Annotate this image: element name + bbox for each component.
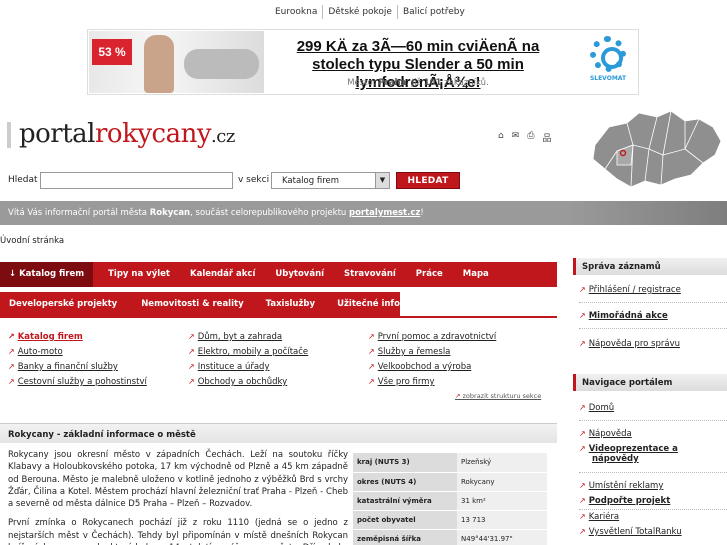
sidebar-item-umisteni-reklamy[interactable]: ↗ Umístění reklamy: [579, 481, 663, 491]
banner-photo: 53 %: [89, 31, 264, 93]
sidebar-item-kariera[interactable]: ↗ Kariéra: [579, 512, 619, 522]
discount-badge: 53 %: [92, 39, 132, 65]
info-table: kraj (NUTS 3) Plzeňský okres (NUTS 4) Roky…: [353, 453, 547, 545]
top-link-balici-potreby[interactable]: Balicí potřeby: [396, 5, 470, 19]
category-link[interactable]: ↗ Elektro, mobily a počítače: [188, 347, 308, 357]
gear-icon: [590, 36, 626, 72]
main-nav: ↓ Katalog firem Tipy na výlet Kalendář a…: [0, 262, 557, 287]
arrow-link-icon: ↗: [368, 347, 375, 356]
nav-uzitecne-informace[interactable]: Užitečné informace: [328, 292, 439, 316]
sidebar-heading-sprava: Správa záznamů: [573, 258, 727, 275]
sidebar-item-domu[interactable]: ↗ Domů: [579, 403, 614, 413]
nav-taxisluzby[interactable]: Taxislužby: [257, 292, 324, 316]
slevomat-logo: SLEVOMAT: [586, 36, 630, 90]
arrow-link-icon: ↗: [368, 377, 375, 386]
arrow-link-icon: ↗: [579, 444, 586, 453]
top-link-eurookna[interactable]: Eurookna: [270, 5, 322, 19]
project-link[interactable]: portalymest.cz: [349, 208, 420, 218]
search-bar: Hledat v sekci Katalog firem ▼ HLEDAT: [0, 170, 727, 192]
nav-mapa[interactable]: Mapa: [454, 262, 498, 287]
sitemap-icon[interactable]: 品: [542, 131, 551, 144]
sidebar-item-napoveda[interactable]: ↗ Nápověda: [579, 429, 632, 439]
table-row: okres (NUTS 4) Rokycany: [353, 472, 547, 492]
breadcrumb[interactable]: Úvodní stránka: [0, 236, 64, 246]
category-link[interactable]: ↗ Auto-moto: [8, 347, 63, 357]
info-paragraph: Rokycany jsou okresní město v západních …: [8, 450, 348, 510]
arrow-link-icon: ↗: [188, 362, 195, 371]
arrow-link-icon: ↗: [8, 362, 15, 371]
category-grid: ↗ Katalog firem ↗ Auto-moto ↗ Banky a finan…: [0, 320, 557, 408]
arrow-link-icon: ↗: [579, 512, 586, 521]
arrow-link-icon: ↗: [579, 481, 586, 490]
section-label: v sekci: [238, 175, 270, 185]
category-link[interactable]: ↗ Cestovní služby a pohostinství: [8, 377, 147, 387]
category-link[interactable]: ↗ Vše pro firmy: [368, 377, 435, 387]
section-select[interactable]: Katalog firem ▼: [271, 172, 390, 189]
arrow-link-icon: ↗: [455, 392, 463, 400]
arrow-link-icon: ↗: [8, 377, 15, 386]
sidebar-item-prihlaseni[interactable]: ↗ Přihlášení / registrace: [579, 285, 681, 295]
welcome-bar: Vítá Vás informační portál města Rokycan…: [0, 201, 727, 225]
search-button[interactable]: HLEDAT: [396, 172, 460, 189]
nav-stravovani[interactable]: Stravování: [335, 262, 405, 287]
banner-subtext: Město: Praha. Již 101 zákazníků.: [347, 78, 489, 88]
info-section-title: Rokycany - základní informace o městě: [0, 423, 557, 443]
table-row: počet obyvatel 13 713: [353, 510, 547, 530]
arrow-link-icon: ↗: [579, 285, 586, 294]
arrow-link-icon: ↗: [579, 339, 586, 348]
nav-prace[interactable]: Práce: [407, 262, 452, 287]
search-input[interactable]: [40, 172, 233, 189]
sidebar-item-napoveda-sprava[interactable]: ↗ Nápověda pro správu: [579, 339, 680, 349]
category-link[interactable]: ↗ Instituce a úřady: [188, 362, 269, 372]
sidebar-item-mimoradna-akce[interactable]: ↗ Mimořádná akce: [579, 311, 668, 321]
banner-person-image: [144, 35, 174, 93]
sidebar-item-videoprezentace[interactable]: ↗ Videoprezentace a nápovědy: [579, 444, 678, 464]
print-icon[interactable]: ⎙: [527, 131, 534, 144]
arrow-link-icon: ↗: [579, 429, 586, 438]
arrow-link-icon: ↗: [8, 347, 15, 356]
nav-developerske-projekty[interactable]: Developerské projekty: [0, 292, 126, 316]
table-row: zeměpisná šířka N49°44'31.97": [353, 529, 547, 545]
arrow-link-icon: ↗: [188, 347, 195, 356]
table-row: kraj (NUTS 3) Plzeňský: [353, 453, 547, 473]
category-link[interactable]: ↗ Obchody a obchůdky: [188, 377, 287, 387]
arrow-link-icon: ↗: [368, 362, 375, 371]
arrow-link-icon: ↗: [188, 377, 195, 386]
arrow-link-icon: ↗: [579, 496, 586, 505]
banner-ad[interactable]: 53 % 299 KÄ za 3Ã—60 min cviÄenÃ na stol…: [87, 29, 639, 95]
sidebar-item-podporte-projekt[interactable]: ↗ Podpořte projekt: [579, 496, 670, 506]
top-links: Eurookna Dětské pokoje Balicí potřeby: [270, 5, 470, 19]
table-row: katastrální výměra 31 km²: [353, 491, 547, 511]
nav-tipy-na-vylet[interactable]: Tipy na výlet: [99, 262, 179, 287]
nav-ubytovani[interactable]: Ubytování: [266, 262, 333, 287]
info-text: Rokycany jsou okresní město v západních …: [8, 449, 348, 545]
secondary-nav: Developerské projekty Nemovitosti & real…: [0, 292, 430, 316]
category-link[interactable]: ↗ Dům, byt a zahrada: [188, 332, 282, 342]
arrow-link-icon: ↗: [579, 403, 586, 412]
structure-link[interactable]: ↗ zobrazit strukturu sekce: [455, 392, 541, 400]
mail-icon[interactable]: ✉: [512, 131, 520, 144]
category-link[interactable]: ↗ Velkoobchod a výroba: [368, 362, 471, 372]
nav-nemovitosti-reality[interactable]: Nemovitosti & reality: [132, 292, 252, 316]
category-link[interactable]: ↗ Služby a řemesla: [368, 347, 450, 357]
nav-kalendar-akci[interactable]: Kalendář akcí: [181, 262, 264, 287]
top-link-detske-pokoje[interactable]: Dětské pokoje: [322, 5, 397, 19]
arrow-link-icon: ↗: [579, 527, 586, 536]
category-link[interactable]: ↗ Katalog firem: [8, 332, 83, 342]
home-icon[interactable]: ⌂: [498, 131, 504, 144]
arrow-link-icon: ↗: [579, 311, 586, 320]
category-link[interactable]: ↗ První pomoc a zdravotnictví: [368, 332, 496, 342]
dropdown-arrow-icon: ▼: [375, 173, 389, 188]
category-link[interactable]: ↗ Banky a finanční služby: [8, 362, 118, 372]
tool-icons: ⌂ ✉ ⎙ 品: [498, 131, 551, 144]
arrow-link-icon: ↗: [8, 332, 15, 341]
info-paragraph: První zmínka o Rokycanech pochází již z …: [8, 518, 348, 545]
nav-katalog-firem[interactable]: ↓ Katalog firem: [0, 262, 94, 287]
arrow-link-icon: ↗: [368, 332, 375, 341]
sidebar-heading-navigace: Navigace portálem: [573, 374, 727, 391]
sidebar-item-totalrank[interactable]: ↗ Vysvětlení TotalRanku: [579, 527, 682, 537]
search-label: Hledat: [8, 175, 38, 185]
arrow-link-icon: ↗: [188, 332, 195, 341]
banner-machine-image: [184, 49, 259, 79]
